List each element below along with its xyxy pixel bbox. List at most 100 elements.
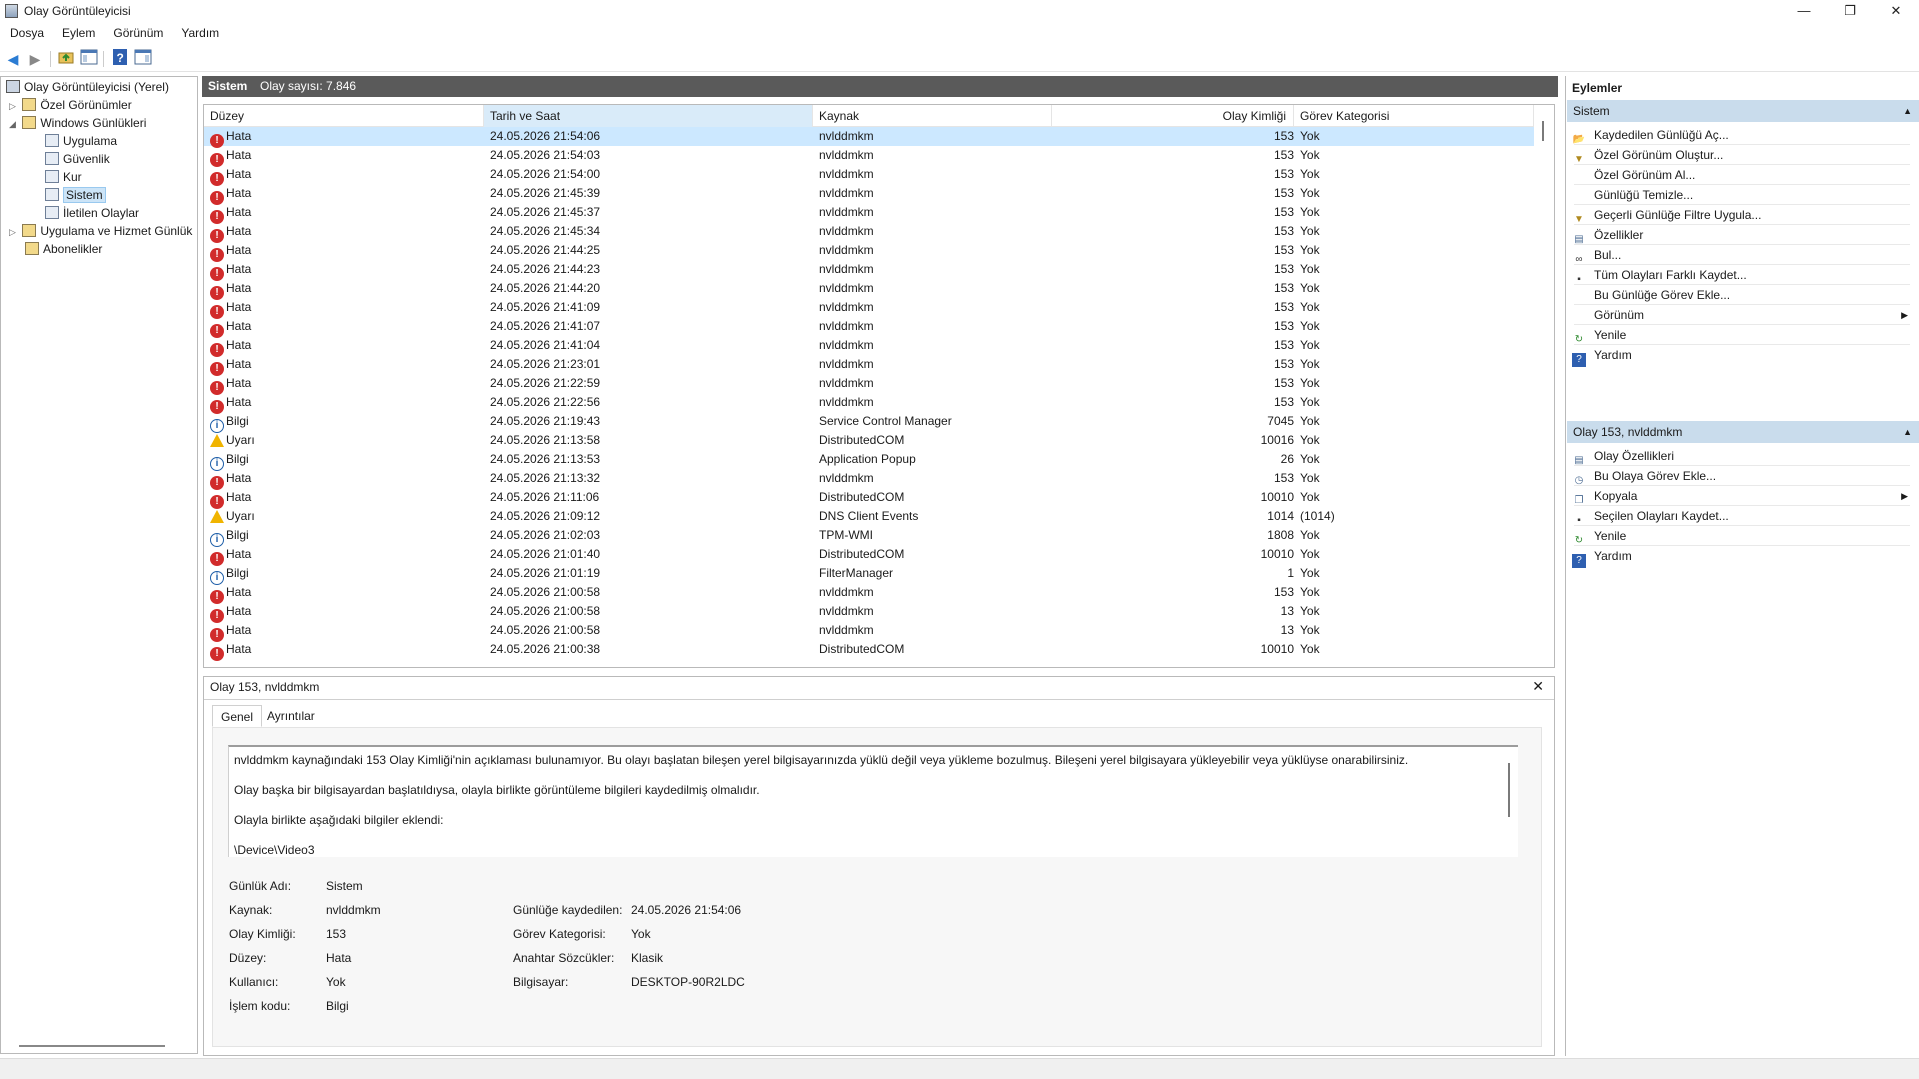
- actions-section-event[interactable]: Olay 153, nvlddmkm ▲: [1567, 421, 1919, 443]
- action-seçilen-olayları-kaydet[interactable]: ▪ Seçilen Olayları Kaydet...: [1572, 506, 1912, 526]
- table-row[interactable]: i Bilgi 24.05.2026 21:19:43 Service Control…: [204, 412, 1534, 433]
- tree-item-system[interactable]: Sistem: [45, 187, 106, 204]
- action-olay-özellikleri[interactable]: ▤ Olay Özellikleri: [1572, 446, 1912, 466]
- expand-arrow-icon[interactable]: ▷: [9, 224, 19, 241]
- tree-item-custom-views[interactable]: ▷ Özel Görünümler: [9, 97, 132, 114]
- task-category-value: Yok: [631, 927, 651, 941]
- log-name-value: Sistem: [326, 879, 363, 893]
- table-row[interactable]: Uyarı 24.05.2026 21:13:58 DistributedCOM 10…: [204, 431, 1534, 450]
- actions-section-system[interactable]: Sistem ▲: [1567, 100, 1919, 122]
- collapse-arrow-icon[interactable]: ▲: [1903, 421, 1912, 443]
- table-row[interactable]: ! Hata 24.05.2026 21:54:06 nvlddmkm 153 Yok: [204, 127, 1534, 148]
- action-yardım[interactable]: ? Yardım: [1572, 546, 1912, 568]
- column-header-event-id[interactable]: Olay Kimliği: [1052, 105, 1294, 127]
- minimize-button[interactable]: —: [1781, 0, 1827, 22]
- table-row[interactable]: ! Hata 24.05.2026 21:54:03 nvlddmkm 153 Yok: [204, 146, 1534, 167]
- collapse-arrow-icon[interactable]: ▲: [1903, 100, 1912, 122]
- tree-item-windows-logs[interactable]: ◢ Windows Günlükleri: [9, 115, 146, 132]
- action-yenile[interactable]: ↻ Yenile: [1572, 526, 1912, 546]
- blank-icon: [1572, 308, 1586, 322]
- column-header-level[interactable]: Düzey: [204, 105, 484, 127]
- table-row[interactable]: ! Hata 24.05.2026 21:41:04 nvlddmkm 153 Yok: [204, 336, 1534, 357]
- action-görünüm[interactable]: Görünüm ▶: [1572, 305, 1912, 325]
- table-row[interactable]: ! Hata 24.05.2026 21:00:38 DistributedCOM 10…: [204, 640, 1534, 661]
- collapse-arrow-icon[interactable]: ◢: [9, 116, 19, 133]
- tree-item-security[interactable]: Güvenlik: [45, 151, 110, 168]
- table-row[interactable]: ! Hata 24.05.2026 21:45:37 nvlddmkm 153 Yok: [204, 203, 1534, 224]
- table-row[interactable]: ! Hata 24.05.2026 21:44:23 nvlddmkm 153 Yok: [204, 260, 1534, 281]
- table-row[interactable]: Uyarı 24.05.2026 21:09:12 DNS Client Event…: [204, 507, 1534, 526]
- action-özel-görünüm-al[interactable]: Özel Görünüm Al...: [1572, 165, 1912, 185]
- table-row[interactable]: i Bilgi 24.05.2026 21:02:03 TPM-WMI 1808 Yok: [204, 526, 1534, 547]
- table-row[interactable]: ! Hata 24.05.2026 21:41:07 nvlddmkm 153 Yok: [204, 317, 1534, 338]
- menu-yardim[interactable]: Yardım: [171, 24, 227, 40]
- source-cell: DistributedCOM: [819, 490, 905, 504]
- menu-gorunum[interactable]: Görünüm: [103, 24, 171, 40]
- table-row[interactable]: ! Hata 24.05.2026 21:23:01 nvlddmkm 153 Yok: [204, 355, 1534, 376]
- action-özel-görünüm-oluştur[interactable]: ▼ Özel Görünüm Oluştur...: [1572, 145, 1912, 165]
- tree-item-setup[interactable]: Kur: [45, 169, 82, 186]
- event-list-header: Düzey Tarih ve Saat Kaynak Olay Kimliği …: [204, 105, 1534, 127]
- table-row[interactable]: ! Hata 24.05.2026 21:22:56 nvlddmkm 153 Yok: [204, 393, 1534, 414]
- table-row[interactable]: ! Hata 24.05.2026 21:45:34 nvlddmkm 153 Yok: [204, 222, 1534, 243]
- column-header-source[interactable]: Kaynak: [813, 105, 1052, 127]
- table-row[interactable]: ! Hata 24.05.2026 21:22:59 nvlddmkm 153 Yok: [204, 374, 1534, 395]
- detail-close-button[interactable]: ✕: [1532, 678, 1544, 695]
- event-description[interactable]: nvlddmkm kaynağındaki 153 Olay Kimliği'n…: [228, 745, 1518, 857]
- tree-item-forwarded-events[interactable]: İletilen Olaylar: [45, 205, 139, 222]
- show-hide-tree-icon[interactable]: [79, 49, 99, 69]
- menu-eylem[interactable]: Eylem: [52, 24, 103, 40]
- table-row[interactable]: ! Hata 24.05.2026 21:00:58 nvlddmkm 13 Yok: [204, 602, 1534, 623]
- table-row[interactable]: i Bilgi 24.05.2026 21:01:19 FilterManager 1 Y…: [204, 564, 1534, 585]
- source-cell: nvlddmkm: [819, 395, 874, 409]
- tab-general[interactable]: Genel: [212, 705, 263, 727]
- action-geçerli-günlüğe-filtre-uygula[interactable]: ▼ Geçerli Günlüğe Filtre Uygula...: [1572, 205, 1912, 225]
- action-bu-olaya-görev-ekle[interactable]: ◷ Bu Olaya Görev Ekle...: [1572, 466, 1912, 486]
- date-cell: 24.05.2026 21:45:34: [490, 224, 601, 238]
- tree-item-application[interactable]: Uygulama: [45, 133, 117, 150]
- level-cell: ! Hata: [210, 393, 251, 414]
- description-scrollbar[interactable]: [1508, 763, 1510, 817]
- action-tüm-olayları-farklı-kaydet[interactable]: ▪ Tüm Olayları Farklı Kaydet...: [1572, 265, 1912, 285]
- table-row[interactable]: ! Hata 24.05.2026 21:45:39 nvlddmkm 153 Yok: [204, 184, 1534, 205]
- action-kaydedilen-günlüğü-aç[interactable]: 📂 Kaydedilen Günlüğü Aç...: [1572, 125, 1912, 145]
- table-row[interactable]: ! Hata 24.05.2026 21:01:40 DistributedCOM 10…: [204, 545, 1534, 566]
- close-window-button[interactable]: ✕: [1873, 0, 1919, 22]
- table-row[interactable]: ! Hata 24.05.2026 21:00:58 nvlddmkm 153 Yok: [204, 583, 1534, 604]
- date-cell: 24.05.2026 21:09:12: [490, 509, 601, 523]
- table-row[interactable]: ! Hata 24.05.2026 21:44:20 nvlddmkm 153 Yok: [204, 279, 1534, 300]
- action-özellikler[interactable]: ▤ Özellikler: [1572, 225, 1912, 245]
- show-hide-action-pane-icon[interactable]: [133, 49, 153, 69]
- table-row[interactable]: ! Hata 24.05.2026 21:13:32 nvlddmkm 153 Yok: [204, 469, 1534, 490]
- horizontal-scrollbar[interactable]: [19, 1045, 165, 1047]
- action-bul[interactable]: ∞ Bul...: [1572, 245, 1912, 265]
- column-header-task-category[interactable]: Görev Kategorisi: [1294, 105, 1534, 127]
- table-row[interactable]: i Bilgi 24.05.2026 21:13:53 Application Pop…: [204, 450, 1534, 471]
- action-bu-günlüğe-görev-ekle[interactable]: Bu Günlüğe Görev Ekle...: [1572, 285, 1912, 305]
- column-header-date[interactable]: Tarih ve Saat: [484, 105, 813, 127]
- tab-details[interactable]: Ayrıntılar: [259, 705, 323, 727]
- level-text: Hata: [226, 186, 252, 200]
- action-yardım[interactable]: ? Yardım: [1572, 345, 1912, 367]
- restore-button[interactable]: ❐: [1827, 0, 1873, 22]
- menu-dosya[interactable]: Dosya: [0, 24, 52, 40]
- source-cell: nvlddmkm: [819, 471, 874, 485]
- expand-arrow-icon[interactable]: ▷: [9, 98, 19, 115]
- tree-item-event-viewer-local[interactable]: Olay Görüntüleyicisi (Yerel): [6, 79, 169, 96]
- back-arrow-icon[interactable]: ◀: [3, 49, 23, 69]
- tree-item-subscriptions[interactable]: Abonelikler: [25, 241, 102, 258]
- folder-up-icon[interactable]: [56, 49, 76, 69]
- table-row[interactable]: ! Hata 24.05.2026 21:00:58 nvlddmkm 13 Yok: [204, 621, 1534, 642]
- action-günlüğü-temizle[interactable]: Günlüğü Temizle...: [1572, 185, 1912, 205]
- task-category-cell: Yok: [1300, 452, 1320, 466]
- vertical-scrollbar[interactable]: [1542, 121, 1544, 141]
- action-kopyala[interactable]: ❐ Kopyala ▶: [1572, 486, 1912, 506]
- action-yenile[interactable]: ↻ Yenile: [1572, 325, 1912, 345]
- table-row[interactable]: ! Hata 24.05.2026 21:11:06 DistributedCOM 10…: [204, 488, 1534, 509]
- help-icon[interactable]: ?: [110, 49, 130, 69]
- table-row[interactable]: ! Hata 24.05.2026 21:54:00 nvlddmkm 153 Yok: [204, 165, 1534, 186]
- table-row[interactable]: ! Hata 24.05.2026 21:41:09 nvlddmkm 153 Yok: [204, 298, 1534, 319]
- table-row[interactable]: ! Hata 24.05.2026 21:44:25 nvlddmkm 153 Yok: [204, 241, 1534, 262]
- tree-item-app-service-logs[interactable]: ▷ Uygulama ve Hizmet Günlük: [9, 223, 192, 240]
- forward-arrow-icon[interactable]: ▶: [25, 49, 45, 69]
